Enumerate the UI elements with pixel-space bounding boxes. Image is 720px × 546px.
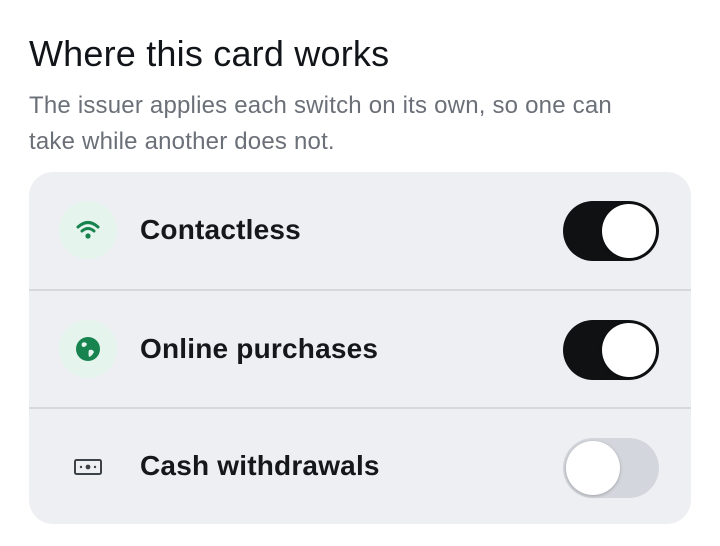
online-icon-badge [59, 320, 117, 378]
header: Where this card works The issuer applies… [29, 32, 691, 160]
setting-label: Contactless [140, 214, 301, 245]
setting-row-online-purchases: Online purchases [29, 291, 691, 408]
toggle-knob [602, 204, 656, 258]
wifi-icon [76, 221, 100, 239]
setting-label: Cash withdrawals [140, 450, 380, 481]
page-title: Where this card works [29, 33, 390, 74]
page-subtitle: The issuer applies each switch on its ow… [29, 88, 691, 160]
settings-card: Contactless Online purchases Cash withdr… [29, 172, 691, 524]
setting-row-contactless: Contactless [29, 172, 691, 289]
cash-withdrawals-toggle[interactable] [563, 438, 659, 498]
globe-icon [76, 337, 100, 361]
subtitle-line-2: take while another does not. [29, 128, 335, 155]
contactless-toggle[interactable] [563, 201, 659, 261]
toggle-knob [602, 323, 656, 377]
online-purchases-toggle[interactable] [563, 320, 659, 380]
setting-row-cash-withdrawals: Cash withdrawals [29, 408, 691, 524]
setting-label: Online purchases [140, 333, 379, 364]
contactless-icon-badge [59, 201, 117, 259]
subtitle-line-1: The issuer applies each switch on its ow… [29, 92, 612, 119]
cash-icon-badge [59, 438, 117, 496]
toggle-knob [566, 441, 620, 495]
cash-icon [74, 459, 102, 475]
